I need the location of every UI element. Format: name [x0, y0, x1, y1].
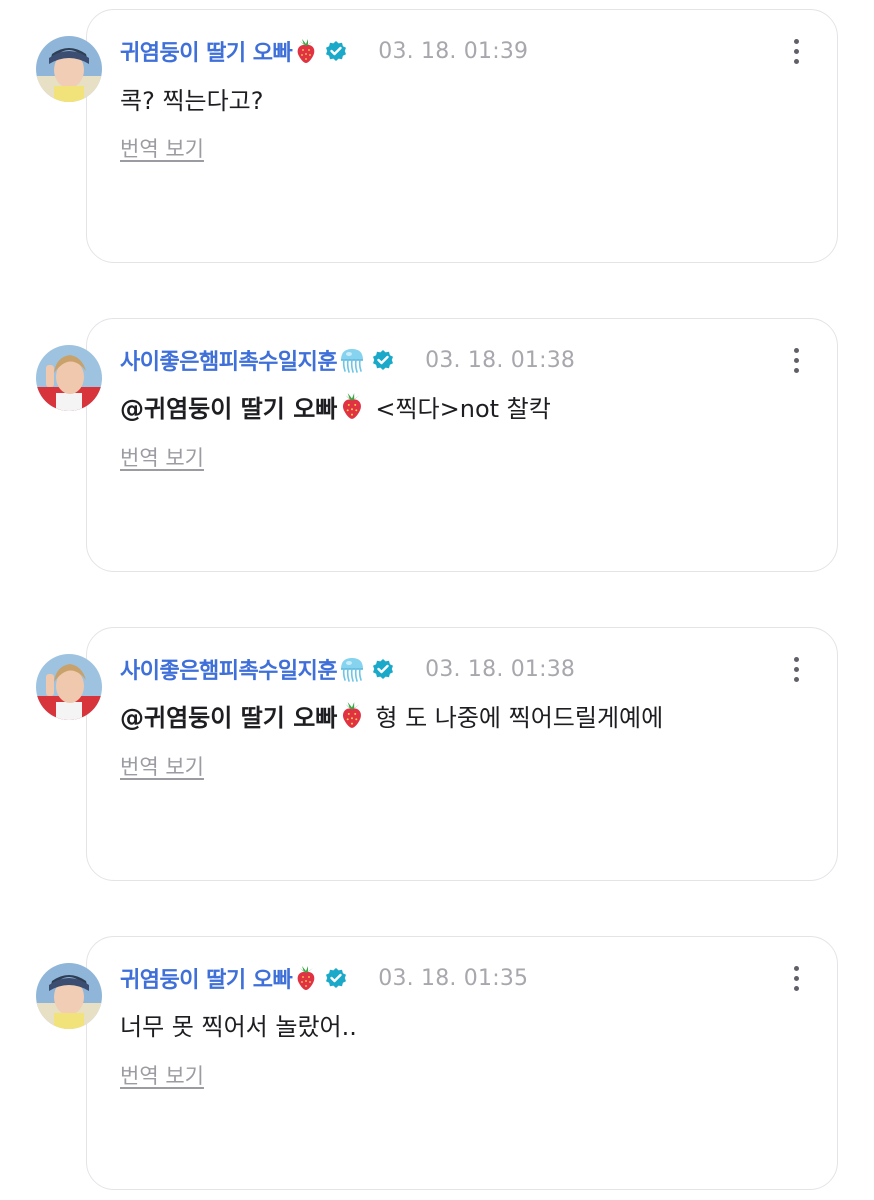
avatar[interactable] — [36, 654, 102, 720]
mention-text: @귀염둥이 딸기 오빠 — [120, 394, 338, 423]
verified-badge-icon — [371, 348, 395, 372]
timestamp: 03. 18. 01:38 — [425, 656, 576, 682]
author-name[interactable]: 사이좋은햄피촉수일지훈 — [120, 344, 338, 376]
avatar[interactable] — [36, 963, 102, 1029]
strawberry-icon — [339, 701, 365, 729]
verified-badge-icon — [324, 39, 348, 63]
comment-header: 귀염둥이 딸기 오빠 03. 18. 01:35 — [120, 960, 528, 996]
translate-link[interactable]: 번역 보기 — [120, 1060, 204, 1090]
verified-badge-icon — [371, 657, 395, 681]
mention-text: @귀염둥이 딸기 오빠 — [120, 703, 338, 732]
author-name[interactable]: 귀염둥이 딸기 오빠 — [120, 35, 293, 67]
avatar[interactable] — [36, 345, 102, 411]
timestamp: 03. 18. 01:39 — [378, 38, 529, 64]
comment-text: @귀염둥이 딸기 오빠 <찍다>not 찰칵 — [120, 386, 551, 426]
jellyfish-icon — [339, 656, 365, 682]
mention[interactable]: @귀염둥이 딸기 오빠 — [120, 389, 375, 424]
more-options-icon[interactable] — [788, 33, 804, 69]
translate-link[interactable]: 번역 보기 — [120, 751, 204, 781]
author-name[interactable]: 사이좋은햄피촉수일지훈 — [120, 653, 338, 685]
comment-header: 귀염둥이 딸기 오빠 03. 18. 01:39 — [120, 33, 528, 69]
mention[interactable]: @귀염둥이 딸기 오빠 — [120, 698, 375, 733]
avatar[interactable] — [36, 36, 102, 102]
comment-text: 콕? 찍는다고? — [120, 78, 264, 118]
verified-badge-icon — [324, 966, 348, 990]
comment-body: 너무 못 찍어서 놀랐어.. — [120, 1012, 357, 1041]
more-options-icon[interactable] — [788, 651, 804, 687]
comment-text: 너무 못 찍어서 놀랐어.. — [120, 1004, 357, 1044]
translate-link[interactable]: 번역 보기 — [120, 133, 204, 163]
comment-body: <찍다>not 찰칵 — [375, 394, 551, 423]
strawberry-icon — [294, 38, 318, 64]
jellyfish-icon — [339, 347, 365, 373]
timestamp: 03. 18. 01:35 — [378, 965, 529, 991]
author-name[interactable]: 귀염둥이 딸기 오빠 — [120, 962, 293, 994]
comment-body: 콕? 찍는다고? — [120, 86, 264, 115]
strawberry-icon — [294, 965, 318, 991]
timestamp: 03. 18. 01:38 — [425, 347, 576, 373]
strawberry-icon — [339, 392, 365, 420]
comment-body: 형 도 나중에 찍어드릴게예에 — [375, 703, 664, 732]
comment-header: 사이좋은햄피촉수일지훈 03. 18. 01:38 — [120, 342, 575, 378]
translate-link[interactable]: 번역 보기 — [120, 442, 204, 472]
more-options-icon[interactable] — [788, 342, 804, 378]
comment-header: 사이좋은햄피촉수일지훈 03. 18. 01:38 — [120, 651, 575, 687]
more-options-icon[interactable] — [788, 960, 804, 996]
comment-text: @귀염둥이 딸기 오빠 형 도 나중에 찍어드릴게예에 — [120, 695, 663, 735]
